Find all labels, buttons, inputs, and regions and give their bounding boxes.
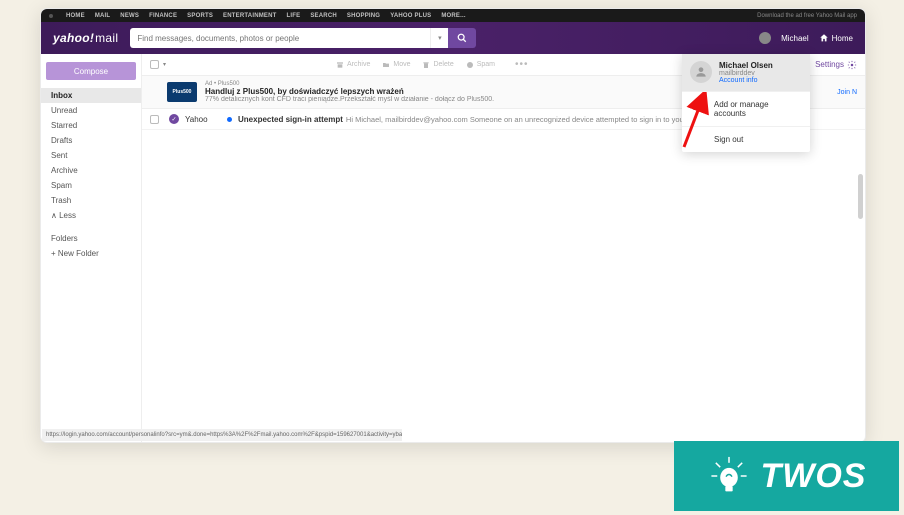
select-dropdown[interactable]: ▾ (163, 61, 166, 68)
home-icon (819, 33, 829, 43)
topbar-promo[interactable]: Download the ad free Yahoo Mail app (757, 13, 857, 19)
yahoo-logo[interactable]: yahoo!mail (53, 31, 118, 45)
search-button[interactable] (448, 28, 476, 48)
folder-archive[interactable]: Archive (46, 163, 136, 178)
home-label: Home (832, 34, 853, 43)
topbar-links: HOME MAIL NEWS FINANCE SPORTS ENTERTAINM… (66, 13, 466, 19)
top-link-news[interactable]: NEWS (120, 13, 139, 19)
sidebar: Compose Inbox Unread Starred Drafts Sent… (41, 54, 141, 442)
top-link-mail[interactable]: MAIL (95, 13, 110, 19)
app-header: yahoo!mail ▾ Michael Home (41, 22, 865, 54)
spam-icon (466, 61, 474, 69)
folder-sent[interactable]: Sent (46, 148, 136, 163)
select-all-checkbox[interactable] (150, 60, 159, 69)
email-checkbox[interactable] (150, 115, 159, 124)
account-info-block: Michael Olsen mailbirddev Account info (719, 61, 773, 84)
ad-logo: Plus500 (167, 82, 197, 102)
new-folder-button[interactable]: + New Folder (46, 246, 136, 261)
folder-trash[interactable]: Trash (46, 193, 136, 208)
account-menu-header: Michael Olsen mailbirddev Account info (682, 54, 810, 91)
user-avatar-icon[interactable] (759, 32, 771, 44)
app-body: Compose Inbox Unread Starred Drafts Sent… (41, 54, 865, 442)
folder-spam[interactable]: Spam (46, 178, 136, 193)
archive-label: Archive (347, 61, 370, 68)
top-link-shopping[interactable]: SHOPPING (347, 13, 380, 19)
yahoo-topbar: HOME MAIL NEWS FINANCE SPORTS ENTERTAINM… (41, 9, 865, 22)
search-icon (457, 33, 467, 43)
top-link-yahooplus[interactable]: YAHOO PLUS (390, 13, 431, 19)
move-label: Move (393, 61, 410, 68)
twos-watermark: TWOS (674, 441, 899, 511)
top-link-entertainment[interactable]: ENTERTAINMENT (223, 13, 277, 19)
folder-inbox[interactable]: Inbox (41, 88, 141, 103)
account-info-link[interactable]: Account info (719, 77, 773, 84)
top-link-life[interactable]: LIFE (287, 13, 301, 19)
header-right: Michael Home (759, 32, 853, 44)
compose-button[interactable]: Compose (46, 62, 136, 80)
account-email: mailbirddev (719, 70, 773, 77)
scrollbar[interactable] (858, 174, 863, 219)
unread-dot-icon (227, 117, 232, 122)
logo-brand: yahoo! (53, 31, 94, 45)
folder-list: Inbox Unread Starred Drafts Sent Archive… (46, 88, 136, 261)
search-dropdown[interactable]: ▾ (430, 28, 448, 48)
user-name-label[interactable]: Michael (781, 34, 809, 43)
archive-button[interactable]: Archive (336, 59, 370, 70)
search-input[interactable] (130, 28, 430, 48)
account-menu: Michael Olsen mailbirddev Account info +… (682, 54, 810, 152)
spam-label: Spam (477, 61, 495, 68)
folder-less-toggle[interactable]: ∧ Less (46, 208, 136, 223)
status-bar: https://login.yahoo.com/account/personal… (42, 429, 402, 441)
top-link-more[interactable]: MORE... (441, 13, 465, 19)
more-actions-button[interactable]: ••• (515, 59, 529, 70)
logo-product: mail (95, 31, 118, 45)
email-sender: Yahoo (185, 115, 227, 124)
settings-link[interactable]: Settings (815, 60, 857, 70)
email-subject: Unexpected sign-in attempt (238, 115, 343, 124)
sign-out-label: Sign out (714, 135, 743, 144)
sender-avatar-icon: ✓ (169, 114, 179, 124)
toolbar-right: Settings (815, 60, 857, 70)
spam-button[interactable]: Spam (466, 59, 495, 70)
add-account-label: Add or manage accounts (714, 100, 802, 118)
lightbulb-icon (707, 454, 751, 498)
ad-cta-link[interactable]: Join N (837, 89, 857, 96)
archive-icon (336, 61, 344, 69)
folders-section-title: Folders (46, 231, 136, 246)
delete-icon (422, 61, 430, 69)
dot (49, 14, 53, 18)
plus-icon: + (690, 102, 704, 116)
top-link-home[interactable]: HOME (66, 13, 85, 19)
search-wrap: ▾ (130, 28, 476, 48)
home-link[interactable]: Home (819, 33, 853, 43)
toolbar-actions: Archive Move Delete Spam ••• (336, 59, 529, 70)
settings-label: Settings (815, 60, 844, 69)
folder-drafts[interactable]: Drafts (46, 133, 136, 148)
twos-text: TWOS (761, 457, 867, 496)
top-link-finance[interactable]: FINANCE (149, 13, 177, 19)
delete-label: Delete (433, 61, 453, 68)
account-name: Michael Olsen (719, 61, 773, 70)
app-window: HOME MAIL NEWS FINANCE SPORTS ENTERTAINM… (40, 8, 866, 443)
gear-icon (847, 60, 857, 70)
sign-out-button[interactable]: Sign out (682, 126, 810, 152)
main-pane: ▾ Archive Move Delete (141, 54, 865, 442)
move-icon (382, 61, 390, 69)
folder-starred[interactable]: Starred (46, 118, 136, 133)
add-account-button[interactable]: + Add or manage accounts (682, 91, 810, 126)
top-link-sports[interactable]: SPORTS (187, 13, 213, 19)
delete-button[interactable]: Delete (422, 59, 453, 70)
top-link-search[interactable]: SEARCH (310, 13, 337, 19)
account-avatar-icon (690, 61, 712, 83)
move-button[interactable]: Move (382, 59, 410, 70)
folder-unread[interactable]: Unread (46, 103, 136, 118)
